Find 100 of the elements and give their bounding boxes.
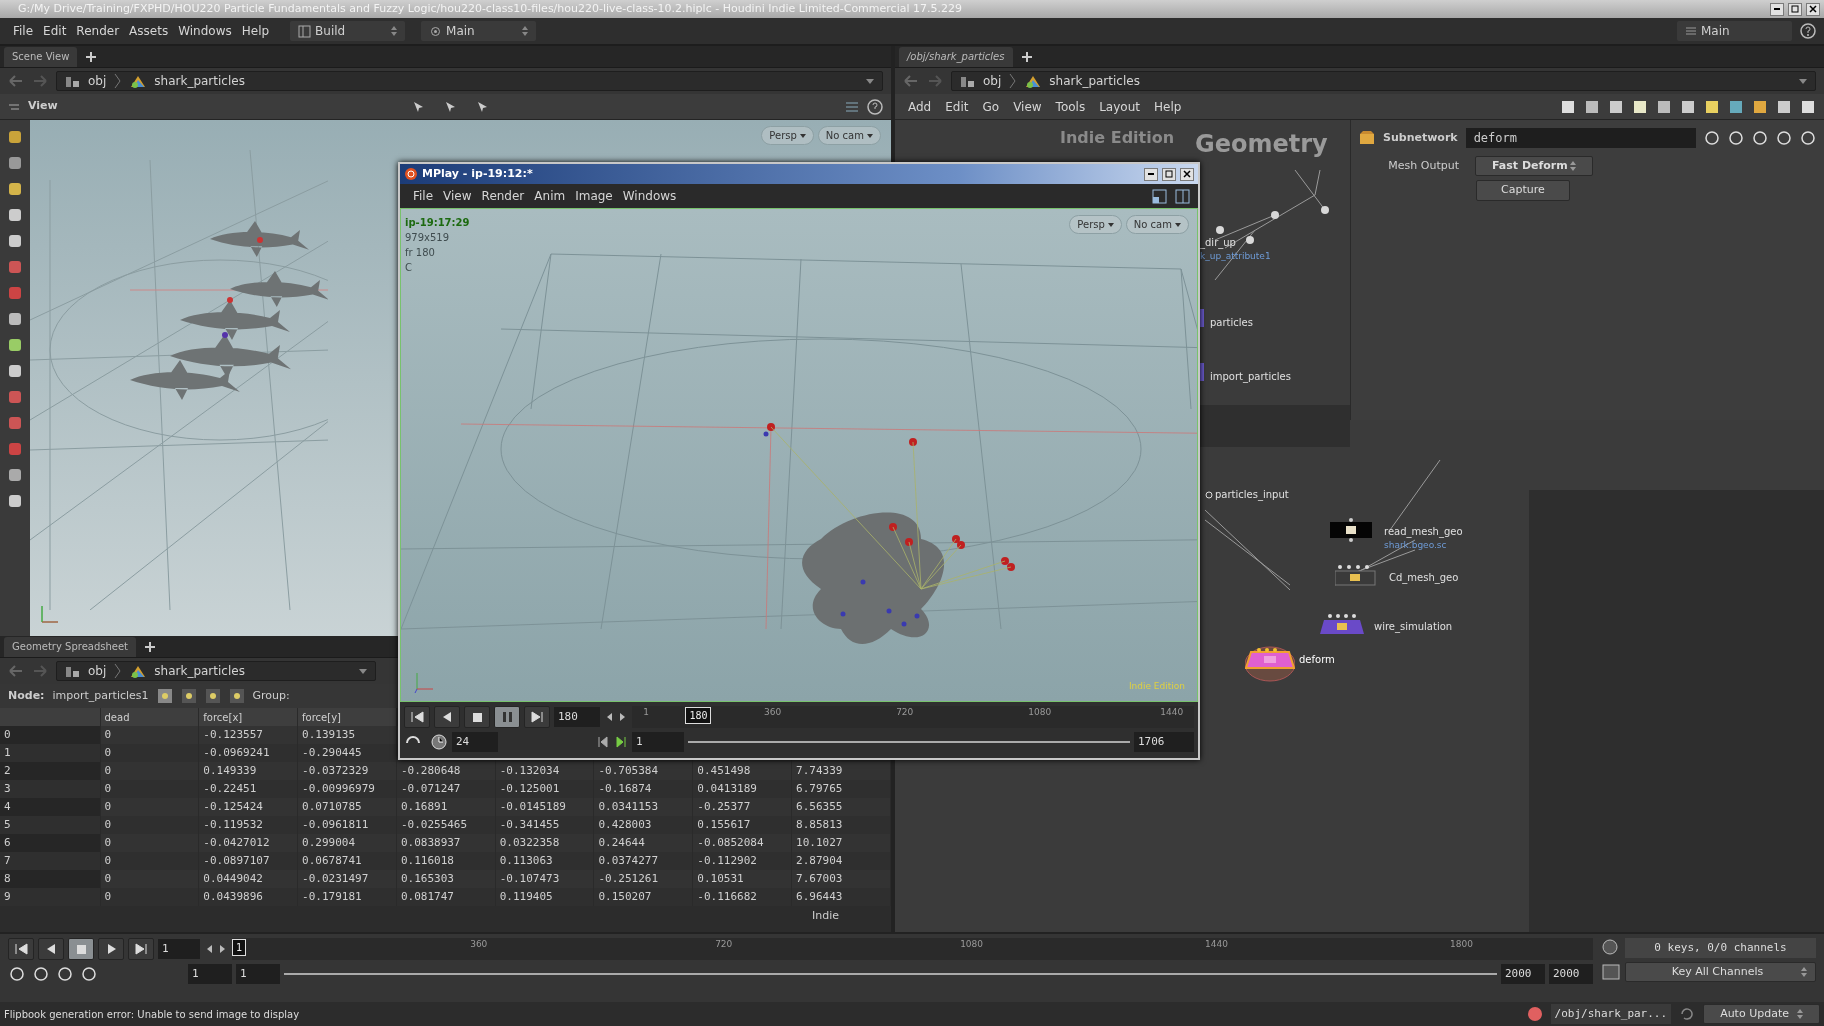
last-button[interactable] (524, 706, 550, 728)
chevron-icon (114, 663, 123, 679)
tool-icon[interactable] (6, 336, 24, 354)
tool-icon[interactable] (6, 492, 24, 510)
context-path-field[interactable]: /obj/shark_par... (1550, 1004, 1672, 1024)
table-cell: -0.132034 (495, 762, 594, 780)
menu-item[interactable]: Render (476, 187, 530, 205)
menu-item[interactable]: File (408, 187, 439, 205)
frame-field[interactable]: 180 (554, 707, 600, 727)
split-view-icon[interactable] (1175, 188, 1190, 204)
pane-tab[interactable]: /obj/shark_particles (899, 47, 1013, 67)
stop-button[interactable] (68, 938, 94, 960)
table-cell: 0.428003 (594, 816, 693, 834)
table-cell: 0.0374277 (594, 852, 693, 870)
close-button[interactable] (1180, 167, 1194, 181)
menu-item[interactable]: Help (236, 22, 275, 40)
path-field[interactable]: obj shark_particles (56, 661, 376, 681)
menu-item[interactable]: Assets (124, 22, 174, 40)
menu-item[interactable]: View (438, 187, 477, 205)
stop-button[interactable] (464, 706, 490, 728)
table-cell: 7.74339 (791, 762, 891, 780)
tool-icon[interactable] (6, 466, 24, 484)
camera-menu[interactable]: No cam (1125, 215, 1189, 234)
path-field[interactable]: obj shark_particles (56, 71, 883, 91)
tool-icon[interactable] (6, 362, 24, 380)
menu-item[interactable]: View (1008, 97, 1047, 116)
desktop-selector[interactable]: Main (421, 21, 537, 41)
overlay-info: fr 180 (405, 246, 436, 260)
node-label: Cd_mesh_geo (1389, 571, 1459, 585)
path-field[interactable]: obj shark_particles (951, 71, 1816, 91)
first-button[interactable] (8, 938, 34, 960)
add-tab-icon[interactable] (85, 51, 98, 63)
range-end-icon[interactable] (614, 735, 628, 749)
back-button[interactable] (38, 938, 64, 960)
menu-item[interactable]: Image (570, 187, 618, 205)
refresh-icon[interactable] (1679, 1006, 1696, 1022)
first-button[interactable] (404, 706, 430, 728)
tool-icon[interactable] (6, 232, 24, 250)
menu-item[interactable]: Edit (940, 97, 974, 116)
path-crumb[interactable]: obj (983, 72, 1002, 90)
end-frame-field[interactable]: 1706 (1134, 732, 1194, 752)
maximize-button[interactable] (1788, 2, 1802, 16)
start-frame-field[interactable]: 1 (188, 964, 232, 984)
path-crumb[interactable]: shark_particles (1049, 72, 1140, 90)
menu-item[interactable]: Anim (529, 187, 571, 205)
camera-menu[interactable]: Persp (761, 126, 814, 145)
menu-item[interactable]: File (8, 22, 39, 40)
timeline-ruler[interactable]: 1 180 360 720 1080 1440 (632, 706, 1194, 728)
watermark-label: Indie Edition (1128, 679, 1185, 693)
tool-icon[interactable] (6, 128, 24, 146)
path-crumb[interactable]: shark_particles (154, 72, 245, 90)
node-name-field[interactable]: deform (1465, 128, 1696, 148)
path-crumb[interactable]: shark_particles (154, 662, 245, 680)
tool-icon[interactable] (6, 154, 24, 172)
play-button[interactable] (98, 938, 124, 960)
maximize-button[interactable] (1162, 167, 1176, 181)
menu-item[interactable]: Layout (1094, 97, 1145, 116)
minimize-button[interactable] (1770, 2, 1784, 16)
pane-tab[interactable]: Geometry Spreadsheet (4, 637, 137, 657)
end-frame-field[interactable]: 2000 (1501, 964, 1545, 984)
tool-icon[interactable] (6, 206, 24, 224)
network-node[interactable] (1245, 646, 1295, 682)
dropdown-menu-field[interactable]: Fast Deform (1475, 156, 1593, 176)
menu-item[interactable]: Edit (38, 22, 72, 40)
fps-field[interactable]: 24 (452, 732, 498, 752)
menu-item[interactable]: Render (71, 22, 125, 40)
start-frame-field[interactable]: 1 (236, 964, 280, 984)
range-start-icon[interactable] (596, 735, 610, 749)
desktop-selector[interactable]: Main (1677, 21, 1792, 41)
close-button[interactable] (1806, 2, 1820, 16)
table-cell: 0 (100, 798, 199, 816)
path-crumb[interactable]: obj (88, 662, 107, 680)
row-header: 2 (0, 762, 100, 780)
update-mode-dropdown[interactable]: Auto Update (1703, 1004, 1820, 1024)
start-frame-field[interactable]: 1 (632, 732, 684, 752)
menu-item[interactable]: Help (1148, 97, 1187, 116)
add-tab-icon[interactable] (1020, 51, 1033, 63)
timeline-ruler[interactable]: 1 360 720 1080 1440 1800 (232, 938, 1593, 960)
menu-item[interactable]: Tools (1050, 97, 1091, 116)
capture-button[interactable]: Capture (1476, 180, 1570, 201)
key-channels-dropdown[interactable]: Key All Channels (1625, 962, 1816, 982)
path-crumb[interactable]: obj (88, 72, 107, 90)
frame-field[interactable]: 1 (158, 939, 200, 959)
camera-menu[interactable]: No cam (817, 126, 881, 145)
menu-item[interactable]: Windows (617, 187, 682, 205)
tool-icon[interactable] (6, 180, 24, 198)
menu-item[interactable]: Add (903, 97, 937, 116)
last-button[interactable] (128, 938, 154, 960)
pause-button[interactable] (494, 706, 520, 728)
fit-window-icon[interactable] (1152, 188, 1167, 204)
add-tab-icon[interactable] (144, 641, 157, 653)
menu-item[interactable]: Windows (173, 22, 237, 40)
desktop-selector[interactable]: Build (290, 21, 406, 41)
camera-menu[interactable]: Persp (1069, 215, 1122, 234)
back-button[interactable] (434, 706, 460, 728)
end-frame-field[interactable]: 2000 (1549, 964, 1593, 984)
pane-tab[interactable]: Scene View (4, 47, 78, 67)
minimize-button[interactable] (1144, 167, 1158, 181)
tool-icon[interactable] (6, 310, 24, 328)
menu-item[interactable]: Go (977, 97, 1005, 116)
